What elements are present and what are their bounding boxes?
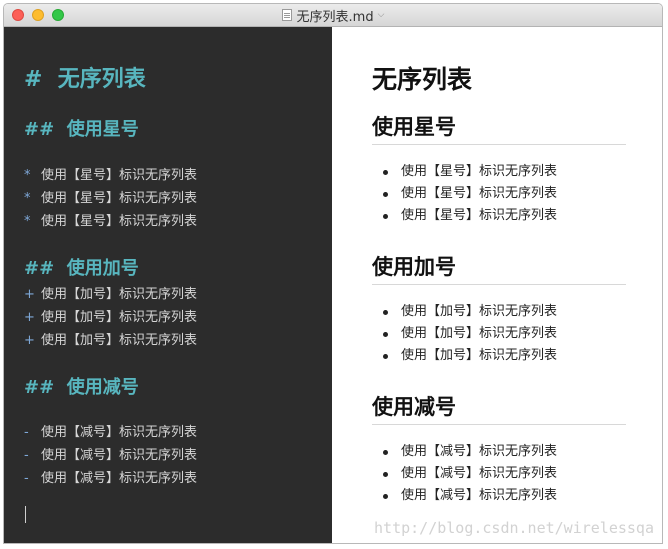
list-item-text: 使用【减号】标识无序列表 xyxy=(401,466,558,481)
list-item-text: 使用【加号】标识无序列表 xyxy=(401,304,558,319)
bullet-icon xyxy=(383,332,388,337)
editor-h1-line: # 无序列表 xyxy=(24,67,146,92)
bullet-icon xyxy=(383,310,388,315)
list-item-text: 使用【星号】标识无序列表 xyxy=(401,208,558,223)
window-title: 无序列表.md xyxy=(296,9,374,25)
editor-list-line: + 使用【加号】标识无序列表 xyxy=(24,329,197,348)
list-item-text: 使用【加号】标识无序列表 xyxy=(401,326,558,341)
editor-h2-line: ## 使用减号 xyxy=(24,377,139,398)
list-marker: + xyxy=(24,287,35,302)
title-bar: 无序列表.md ⌵ xyxy=(4,4,662,27)
list-marker: + xyxy=(24,310,35,325)
preview-h2: 使用减号 xyxy=(372,391,626,425)
bullet-icon xyxy=(383,214,388,219)
list-item-text: 使用【星号】标识无序列表 xyxy=(401,186,558,201)
editor-list-text: 使用【星号】标识无序列表 xyxy=(41,191,198,206)
list-item: 使用【减号】标识无序列表 xyxy=(372,441,557,463)
editor-list-text: 使用【减号】标识无序列表 xyxy=(41,448,198,463)
editor-list-text: 使用【加号】标识无序列表 xyxy=(41,310,198,325)
list-item: 使用【加号】标识无序列表 xyxy=(372,323,557,345)
bullet-icon xyxy=(383,170,388,175)
editor-list-text: 使用【减号】标识无序列表 xyxy=(41,425,198,440)
bullet-icon xyxy=(383,494,388,499)
list-item: 使用【星号】标识无序列表 xyxy=(372,183,557,205)
editor-list-text: 使用【加号】标识无序列表 xyxy=(41,287,198,302)
list-marker: - xyxy=(24,425,29,440)
editor-list-line: - 使用【减号】标识无序列表 xyxy=(24,421,197,440)
chevron-down-icon[interactable]: ⌵ xyxy=(378,10,385,20)
preview-h2: 使用星号 xyxy=(372,111,626,145)
list-marker: + xyxy=(24,333,35,348)
window-title-area[interactable]: 无序列表.md ⌵ xyxy=(4,4,662,26)
list-item: 使用【加号】标识无序列表 xyxy=(372,345,557,367)
editor-list-line: + 使用【加号】标识无序列表 xyxy=(24,306,197,325)
list-item: 使用【减号】标识无序列表 xyxy=(372,485,557,507)
text-cursor xyxy=(25,506,26,523)
editor-list-text: 使用【减号】标识无序列表 xyxy=(41,471,198,486)
list-item: 使用【星号】标识无序列表 xyxy=(372,205,557,227)
list-item-text: 使用【星号】标识无序列表 xyxy=(401,164,558,179)
editor-list-line: * 使用【星号】标识无序列表 xyxy=(24,210,197,229)
editor-h2-line: ## 使用加号 xyxy=(24,258,139,279)
bullet-icon xyxy=(383,192,388,197)
list-marker: * xyxy=(24,214,31,229)
editor-list-line: * 使用【星号】标识无序列表 xyxy=(24,187,197,206)
preview-list: 使用【星号】标识无序列表 使用【星号】标识无序列表 使用【星号】标识无序列表 xyxy=(372,161,557,227)
editor-list-line: - 使用【减号】标识无序列表 xyxy=(24,467,197,486)
list-item-text: 使用【加号】标识无序列表 xyxy=(401,348,558,363)
list-marker: - xyxy=(24,448,29,463)
bullet-icon xyxy=(383,450,388,455)
list-marker: * xyxy=(24,191,31,206)
preview-list: 使用【减号】标识无序列表 使用【减号】标识无序列表 使用【减号】标识无序列表 xyxy=(372,441,557,507)
editor-h2-line: ## 使用星号 xyxy=(24,119,139,140)
markdown-editor[interactable]: # 无序列表 ## 使用星号 * 使用【星号】标识无序列表 * 使用【星号】标识无序… xyxy=(4,27,332,543)
list-marker: * xyxy=(24,168,31,183)
editor-list-line: * 使用【星号】标识无序列表 xyxy=(24,164,197,183)
list-marker: - xyxy=(24,471,29,486)
preview-list: 使用【加号】标识无序列表 使用【加号】标识无序列表 使用【加号】标识无序列表 xyxy=(372,301,557,367)
bullet-icon xyxy=(383,472,388,477)
list-item: 使用【加号】标识无序列表 xyxy=(372,301,557,323)
bullet-icon xyxy=(383,354,388,359)
preview-h1: 无序列表 xyxy=(372,65,473,94)
list-item-text: 使用【减号】标识无序列表 xyxy=(401,444,558,459)
markdown-preview: 无序列表 使用星号 使用【星号】标识无序列表 使用【星号】标识无序列表 使用【星… xyxy=(332,27,662,543)
app-window: 无序列表.md ⌵ # 无序列表 ## 使用星号 * 使用【星号】标识无序列表 *… xyxy=(3,3,663,544)
preview-h2: 使用加号 xyxy=(372,251,626,285)
editor-list-text: 使用【星号】标识无序列表 xyxy=(41,214,198,229)
editor-list-line: - 使用【减号】标识无序列表 xyxy=(24,444,197,463)
list-item: 使用【星号】标识无序列表 xyxy=(372,161,557,183)
editor-list-text: 使用【星号】标识无序列表 xyxy=(41,168,198,183)
document-icon xyxy=(281,9,292,21)
editor-list-line: + 使用【加号】标识无序列表 xyxy=(24,283,197,302)
list-item: 使用【减号】标识无序列表 xyxy=(372,463,557,485)
editor-list-text: 使用【加号】标识无序列表 xyxy=(41,333,198,348)
list-item-text: 使用【减号】标识无序列表 xyxy=(401,488,558,503)
watermark: http://blog.csdn.net/wirelessqa xyxy=(374,519,654,537)
